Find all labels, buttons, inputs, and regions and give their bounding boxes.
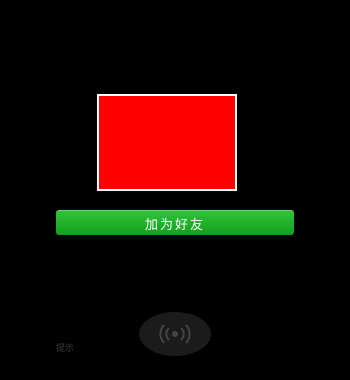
- hint-text: 提示: [56, 344, 75, 354]
- add-friend-button[interactable]: 加为好友: [56, 210, 294, 235]
- radar-button[interactable]: [139, 312, 211, 356]
- profile-photo: [97, 94, 237, 191]
- radar-wave-icon: [159, 324, 191, 344]
- screen: 加为好友 提示: [0, 0, 350, 380]
